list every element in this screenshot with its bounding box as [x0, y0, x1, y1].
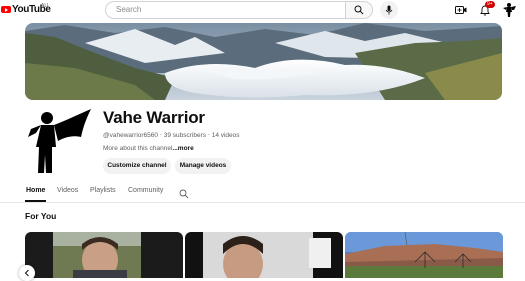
create-video-icon [455, 6, 467, 14]
warrior-silhouette-icon [503, 3, 516, 17]
carousel-previous-button[interactable] [19, 265, 35, 281]
channel-about[interactable]: More about this channel...more [103, 145, 194, 152]
region-code: AU [41, 3, 48, 9]
channel-name: Vahe Warrior [103, 108, 205, 127]
youtube-logo[interactable]: YouTube AU [1, 3, 51, 15]
manage-videos-button[interactable]: Manage videos [175, 158, 231, 174]
video-thumbnail[interactable] [345, 232, 503, 278]
meta-separator: ‧ [159, 132, 162, 139]
account-avatar[interactable] [501, 2, 517, 18]
video-count: 14 videos [211, 132, 240, 139]
subscriber-count: 39 subscribers [163, 132, 206, 139]
search-input[interactable]: Search [105, 1, 346, 19]
chevron-left-icon [24, 269, 29, 277]
search-icon [179, 189, 189, 199]
channel-handle: @vahewarrior6560 [103, 132, 159, 139]
microphone-icon [385, 5, 393, 15]
notifications-button[interactable]: 9+ [477, 1, 495, 18]
search-icon [354, 5, 364, 15]
youtube-play-icon [1, 6, 11, 13]
video-thumbnail-image [25, 232, 183, 278]
channel-avatar[interactable] [25, 107, 93, 175]
video-thumbnail[interactable] [25, 232, 183, 278]
notification-count-badge: 9+ [485, 1, 495, 8]
section-title: For You [25, 211, 57, 221]
channel-tabs: Home Videos Playlists Community [25, 183, 525, 201]
channel-meta: @vahewarrior6560 ‧ 39 subscribers ‧ 14 v… [103, 131, 240, 139]
channel-banner [25, 23, 502, 100]
tab-community[interactable]: Community [128, 187, 163, 194]
about-text: More about this channel [103, 145, 173, 152]
create-button[interactable] [453, 2, 469, 18]
about-more-link[interactable]: ...more [172, 145, 193, 152]
meta-separator: ‧ [207, 132, 210, 139]
customize-channel-button[interactable]: Customize channel [103, 158, 171, 174]
tabs-divider [0, 202, 525, 203]
mountain-banner-image [25, 23, 502, 100]
video-thumbnail[interactable] [185, 232, 343, 278]
tab-videos[interactable]: Videos [57, 187, 78, 194]
warrior-silhouette-icon [28, 109, 91, 173]
tab-home[interactable]: Home [26, 187, 45, 194]
video-thumbnail-image [185, 232, 343, 278]
tab-playlists[interactable]: Playlists [90, 187, 116, 194]
video-thumbnail-image [345, 232, 503, 278]
search-button[interactable] [345, 1, 373, 19]
masthead: YouTube AU Search 9+ [0, 0, 525, 22]
voice-search-button[interactable] [380, 1, 398, 19]
